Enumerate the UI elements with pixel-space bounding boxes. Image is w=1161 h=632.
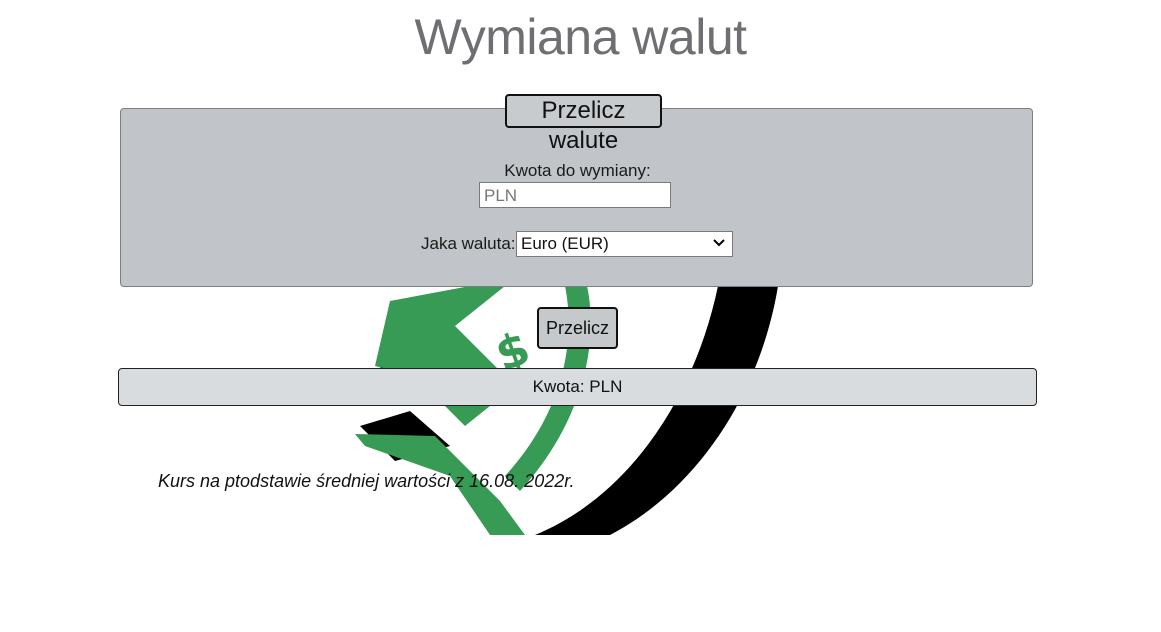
currency-selected-value: Euro (EUR)	[521, 234, 609, 253]
result-output: Kwota: PLN	[118, 368, 1037, 406]
rate-note: Kurs na ptodstawie średniej wartości z 1…	[158, 471, 575, 491]
currency-label: Jaka waluta:	[421, 234, 516, 253]
calculate-button[interactable]: Przelicz	[537, 307, 618, 349]
panel-legend: Przelicz walute	[505, 94, 662, 154]
page-title: Wymiana walut	[414, 9, 747, 65]
page: $ Wymiana walut Przelicz walute Kwota do…	[0, 0, 1161, 632]
amount-input[interactable]: PLN	[479, 182, 671, 208]
chevron-down-icon	[713, 239, 725, 247]
amount-label: Kwota do wymiany:	[504, 161, 651, 180]
currency-select[interactable]: Euro (EUR)	[516, 231, 733, 257]
